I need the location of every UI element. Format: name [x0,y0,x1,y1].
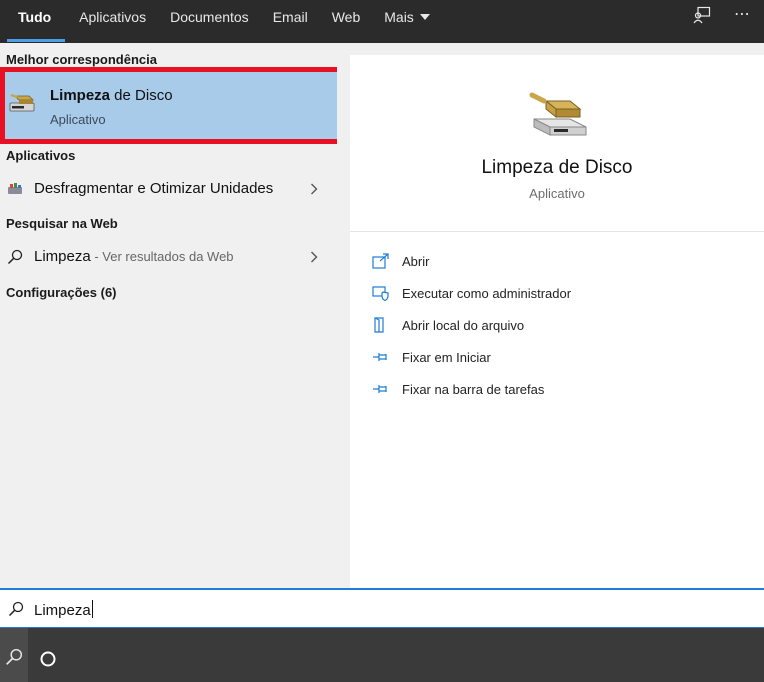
filter-tabs: Tudo Aplicativos Documentos Email Web Ma… [0,0,442,43]
detail-title: Limpeza de Disco [481,157,633,178]
list-item-web-search[interactable]: Limpeza - Ver resultados da Web [0,242,337,272]
action-label: Abrir local do arquivo [402,318,525,333]
action-open-file-location[interactable]: Abrir local do arquivo [372,315,672,337]
tab-web[interactable]: Web [320,0,373,43]
shield-icon [372,286,389,301]
apps-header: Aplicativos [6,148,76,163]
tab-label: Mais [384,9,414,25]
best-match-item[interactable]: Limpeza de Disco Aplicativo [0,67,343,144]
defrag-icon [8,183,22,194]
web-search-header: Pesquisar na Web [6,216,118,231]
cortana-icon[interactable] [39,650,57,668]
divider [350,231,764,232]
tab-email[interactable]: Email [261,0,320,43]
action-label: Fixar na barra de tarefas [402,382,545,397]
text-caret [91,600,93,618]
tab-apps[interactable]: Aplicativos [67,0,158,43]
pin-icon [373,353,387,361]
web-search-query: Limpeza [34,248,91,265]
list-item-label: Desfragmentar e Otimizar Unidades [34,180,274,197]
tab-label: Aplicativos [79,9,147,25]
chevron-right-icon[interactable] [310,251,318,263]
search-input-value: Limpeza [34,602,91,619]
best-match-title-bold: Limpeza [50,87,111,104]
detail-card: Limpeza de Disco Aplicativo Abrir Execut… [350,55,764,588]
best-match-title-rest: de Disco [110,87,173,104]
taskbar-search-button[interactable] [0,628,28,682]
more-icon[interactable]: ⋯ [734,6,758,28]
pin-icon [373,385,387,393]
web-search-hint: - Ver resultados da Web [90,249,234,264]
chevron-down-icon [419,14,430,20]
best-match-header: Melhor correspondência [6,52,157,67]
tab-documents[interactable]: Documentos [158,0,261,43]
tab-all[interactable]: Tudo [0,0,67,43]
tab-label: Email [272,9,308,25]
search-box[interactable]: Limpeza [0,588,764,628]
disk-cleanup-icon [9,93,35,112]
action-open[interactable]: Abrir [372,251,672,273]
action-label: Abrir [402,254,430,269]
tab-label: Web [331,9,361,25]
file-location-icon [374,317,384,333]
tab-label: Tudo [18,9,52,25]
disk-cleanup-icon [529,92,587,136]
search-icon [7,249,23,265]
open-icon [372,253,389,269]
action-run-as-admin[interactable]: Executar como administrador [372,283,672,305]
results-panel: Melhor correspondência Limpeza de Disco … [0,43,343,588]
action-label: Fixar em Iniciar [402,350,491,365]
detail-subtitle: Aplicativo [529,186,585,201]
search-input[interactable]: Limpeza [34,600,93,619]
search-icon [6,648,23,665]
detail-panel: Limpeza de Disco Aplicativo Abrir Execut… [337,43,764,588]
tab-more[interactable]: Mais [372,0,442,43]
action-pin-to-start[interactable]: Fixar em Iniciar [372,347,672,369]
action-label: Executar como administrador [402,286,572,301]
settings-header[interactable]: Configurações (6) [6,285,117,300]
filter-tab-bar: Tudo Aplicativos Documentos Email Web Ma… [0,0,764,43]
feedback-icon[interactable] [693,6,717,28]
best-match-subtitle: Aplicativo [50,112,106,127]
chevron-right-icon[interactable] [310,183,318,195]
best-match-title: Limpeza de Disco [50,87,173,104]
search-icon [8,601,24,617]
action-pin-to-taskbar[interactable]: Fixar na barra de tarefas [372,379,672,401]
web-search-label: Limpeza - Ver resultados da Web [34,248,234,265]
list-item-defrag[interactable]: Desfragmentar e Otimizar Unidades [0,174,337,204]
tab-label: Documentos [170,9,249,25]
taskbar [0,628,764,682]
